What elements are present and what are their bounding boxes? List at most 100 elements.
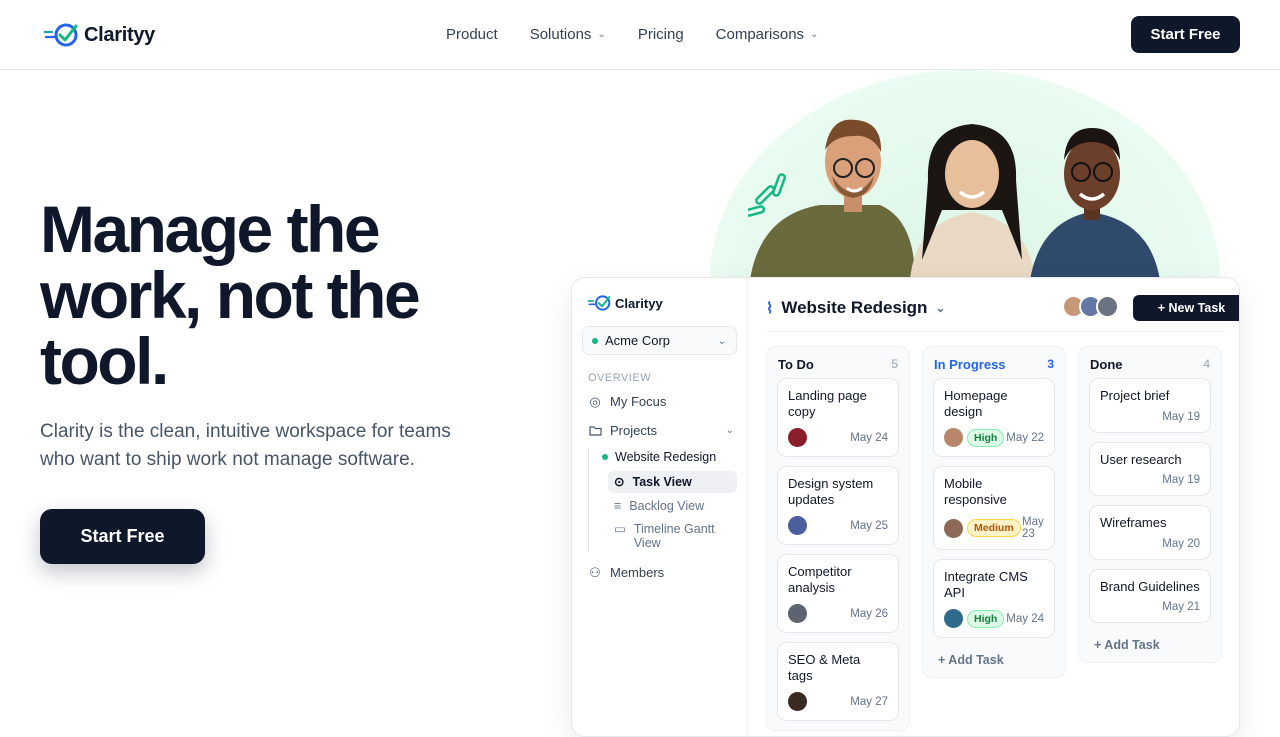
column-title: In Progress — [934, 357, 1006, 372]
nav-label: Solutions — [529, 26, 592, 43]
view-label: Task View — [632, 475, 692, 489]
task-date: May 24 — [850, 431, 888, 444]
task-card[interactable]: Landing page copy May 24 — [777, 378, 899, 457]
priority-badge: High — [967, 428, 1005, 447]
task-date: May 21 — [1162, 601, 1200, 613]
task-title: Landing page copy — [788, 388, 867, 419]
brand-logo[interactable]: Clarityy — [44, 22, 155, 48]
hero-title-line: tool. — [40, 324, 169, 398]
team-photo — [750, 119, 1160, 280]
brand-name: Clarityy — [84, 23, 155, 46]
task-card[interactable]: Competitor analysis May 26 — [777, 554, 899, 633]
task-card[interactable]: Homepage design High May 22 — [933, 378, 1055, 457]
app-brand-name: Clarityy — [615, 295, 663, 311]
hero-title-line: Manage the — [40, 192, 381, 266]
nav-label: Pricing — [637, 26, 684, 43]
task-date: May 24 — [1006, 612, 1044, 625]
task-title: SEO & Meta tags — [788, 652, 861, 683]
nav-label: Comparisons — [715, 26, 805, 43]
avatar — [944, 609, 963, 628]
member-avatars[interactable] — [1062, 295, 1119, 318]
chevron-down-icon: ⌄ — [810, 29, 819, 40]
sidebar-item-label: Projects — [610, 423, 657, 438]
task-card[interactable]: Design system updates May 25 — [777, 466, 899, 545]
logo-check-icon — [44, 23, 78, 47]
avatar — [788, 516, 807, 535]
task-card[interactable]: Integrate CMS API High May 24 — [933, 559, 1055, 638]
workspace-switcher[interactable]: Acme Corp ⌄ — [582, 326, 737, 355]
task-title: Competitor analysis — [788, 564, 852, 595]
task-title: User research — [1100, 451, 1182, 467]
task-footer: High May 22 — [944, 428, 1044, 447]
task-footer: May 19 — [1100, 474, 1200, 486]
view-item-timeline[interactable]: ▭ Timeline Gantt View — [608, 522, 737, 550]
task-title: Wireframes — [1100, 515, 1167, 530]
task-footer: May 26 — [788, 604, 888, 623]
sidebar-item-projects[interactable]: Projects ⌄ — [588, 423, 734, 438]
kanban-column-todo: To Do 5 Landing page copy May 24 Design … — [766, 346, 910, 731]
workspace-name: Acme Corp — [605, 333, 671, 348]
avatar — [788, 692, 807, 711]
logo-check-icon — [588, 295, 611, 311]
column-count: 4 — [1203, 357, 1210, 371]
column-count: 3 — [1047, 357, 1054, 371]
avatar — [788, 428, 807, 447]
task-card[interactable]: Mobile responsive Medium May 23 — [933, 466, 1055, 550]
task-footer: May 19 — [1100, 411, 1200, 423]
list-icon: ≡ — [614, 499, 622, 513]
task-card[interactable]: SEO & Meta tags May 27 — [777, 642, 899, 721]
priority-badge: Medium — [967, 519, 1021, 537]
task-card[interactable]: User research May 19 — [1089, 441, 1211, 496]
app-preview-window: Clarityy Acme Corp ⌄ OVERVIEW ◎ My Focus… — [571, 277, 1240, 737]
view-label: Backlog View — [629, 499, 705, 513]
calendar-icon: ▭ — [614, 522, 626, 536]
kanban-column-in-progress: In Progress 3 Homepage design High May 2… — [922, 346, 1066, 678]
task-card[interactable]: Brand Guidelines May 21 — [1089, 568, 1211, 623]
column-title: To Do — [778, 357, 814, 372]
task-date: May 27 — [850, 695, 888, 708]
task-footer: High May 24 — [944, 609, 1044, 628]
nav-item-product[interactable]: Product — [446, 26, 498, 43]
task-footer: May 27 — [788, 692, 888, 711]
avatar — [944, 518, 963, 538]
status-dot — [602, 454, 608, 460]
nav-start-free-button[interactable]: Start Free — [1131, 16, 1240, 53]
target-icon: ◎ — [589, 393, 601, 409]
task-card[interactable]: Project brief May 19 — [1089, 378, 1211, 433]
nav-item-comparisons[interactable]: Comparisons ⌄ — [716, 26, 819, 43]
project-item-website-redesign[interactable]: Website Redesign — [602, 450, 716, 464]
hero-start-free-button[interactable]: Start Free — [40, 509, 205, 564]
view-item-backlog[interactable]: ≡ Backlog View — [608, 499, 737, 513]
task-date: May 19 — [1162, 474, 1200, 486]
add-task-button[interactable]: + Add Task — [1079, 632, 1221, 662]
avatar — [1096, 295, 1119, 318]
board-title[interactable]: ⌇ Website Redesign ⌄ — [766, 298, 946, 318]
task-title: Homepage design — [944, 388, 1008, 419]
sidebar-item-members[interactable]: ⚇ Members — [588, 565, 665, 581]
chevron-down-icon: ⌄ — [725, 425, 734, 436]
sidebar-item-label: My Focus — [610, 394, 667, 409]
sidebar-item-label: Members — [610, 565, 665, 580]
task-title: Design system updates — [788, 476, 874, 507]
sidebar-item-my-focus[interactable]: ◎ My Focus — [588, 393, 667, 410]
column-header: Done 4 — [1079, 347, 1221, 378]
task-date: May 20 — [1162, 537, 1200, 550]
view-label: Timeline Gantt View — [633, 522, 715, 550]
app-sidebar: Clarityy Acme Corp ⌄ OVERVIEW ◎ My Focus… — [572, 278, 748, 736]
task-title: Project brief — [1100, 388, 1170, 403]
task-footer: May 20 — [1100, 538, 1200, 550]
view-item-task-view[interactable]: ⊙ Task View — [608, 471, 737, 493]
task-meta: High — [944, 609, 1005, 628]
hero-subtitle: Clarity is the clean, intuitive workspac… — [40, 421, 451, 470]
task-card[interactable]: Wireframes May 20 — [1089, 505, 1211, 560]
add-task-button[interactable]: + Add Task — [923, 647, 1065, 677]
nav-label: Product — [446, 26, 498, 43]
nav-item-pricing[interactable]: Pricing — [638, 26, 684, 43]
app-brand-logo[interactable]: Clarityy — [588, 294, 663, 312]
task-date: May 26 — [850, 607, 888, 620]
hero-title: Manage the work, not the tool. — [40, 196, 520, 394]
nav-item-solutions[interactable]: Solutions ⌄ — [530, 26, 606, 43]
chevron-down-icon: ⌄ — [597, 29, 606, 40]
new-task-button[interactable]: + New Task — [1133, 295, 1239, 321]
folder-icon — [588, 424, 602, 438]
